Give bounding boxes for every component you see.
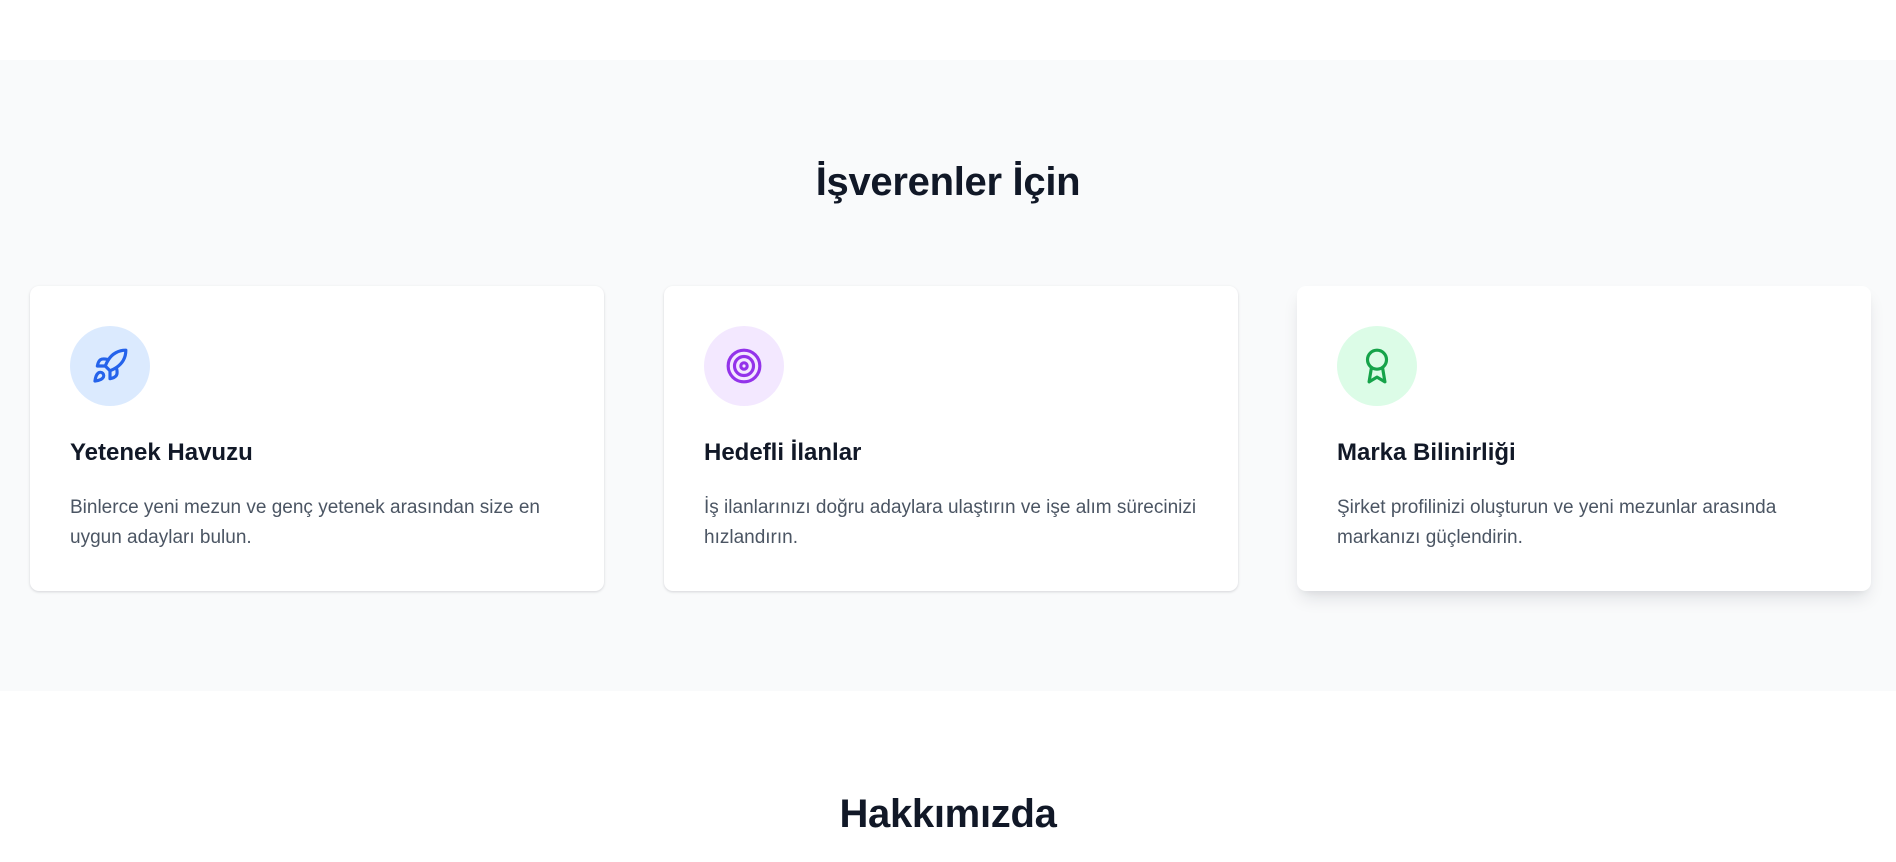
feature-icon-circle (1337, 326, 1417, 406)
feature-icon-circle (704, 326, 784, 406)
card-description: Binlerce yeni mezun ve genç yetenek aras… (70, 497, 540, 548)
card-description: İş ilanlarınızı doğru adaylara ulaştırın… (704, 497, 1197, 548)
target-icon (726, 348, 762, 384)
card-description: Şirket profilinizi oluşturun ve yeni mez… (1337, 497, 1777, 548)
feature-card-brand-awareness: Marka Bilinirliği Şirket profilinizi olu… (1297, 286, 1871, 591)
employers-section: İşverenler İçin Yetenek Havuzu Binlerce … (0, 60, 1896, 691)
card-title: Marka Bilinirliği (1337, 439, 1516, 466)
award-icon (1365, 348, 1389, 384)
feature-card-targeted-listings: Hedefli İlanlar İş ilanlarınızı doğru ad… (664, 286, 1238, 591)
rocket-icon (93, 348, 128, 383)
about-section-title: Hakkımızda (839, 792, 1057, 836)
card-title: Hedefli İlanlar (704, 439, 862, 466)
feature-card-talent-pool: Yetenek Havuzu Binlerce yeni mezun ve ge… (30, 286, 604, 591)
card-title: Yetenek Havuzu (70, 439, 253, 466)
page: İşverenler İçin Yetenek Havuzu Binlerce … (0, 0, 1896, 862)
section-title: İşverenler İçin (815, 160, 1081, 204)
feature-icon-circle (70, 326, 150, 406)
